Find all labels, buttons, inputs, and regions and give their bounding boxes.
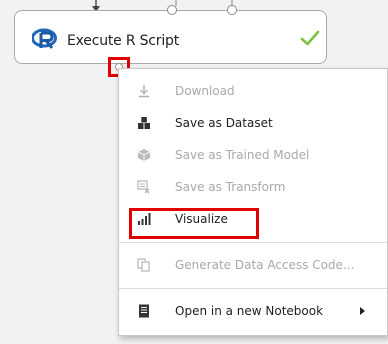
- menu-item-open-in-new-notebook[interactable]: Open in a new Notebook: [119, 297, 387, 325]
- menu-separator: [119, 288, 387, 289]
- transform-icon: [137, 180, 150, 194]
- r-logo-icon: [32, 28, 57, 49]
- menu-item-save-as-transform[interactable]: Save as Transform: [119, 173, 387, 201]
- output-port-context-menu: Download Save as Dataset Save as Trained…: [118, 68, 388, 336]
- download-icon: [139, 85, 149, 98]
- menu-item-label: Save as Dataset: [175, 116, 273, 130]
- experiment-canvas[interactable]: Execute R Script Download Save as Datase…: [0, 0, 388, 344]
- trained-model-icon: [137, 149, 151, 161]
- copy-code-icon: [137, 258, 150, 272]
- notebook-icon: [139, 304, 149, 318]
- menu-item-save-as-trained-model[interactable]: Save as Trained Model: [119, 141, 387, 169]
- module-title: Execute R Script: [67, 33, 180, 49]
- menu-item-label: Open in a new Notebook: [175, 304, 324, 318]
- menu-item-download[interactable]: Download: [119, 77, 387, 105]
- check-icon: [300, 30, 320, 46]
- menu-separator: [119, 242, 387, 243]
- menu-item-label: Download: [175, 84, 235, 98]
- dataset-icon: [138, 117, 150, 129]
- menu-item-save-as-dataset[interactable]: Save as Dataset: [119, 109, 387, 137]
- submenu-arrow-icon: [360, 307, 365, 315]
- menu-item-label: Save as Transform: [175, 180, 286, 194]
- menu-item-label: Save as Trained Model: [175, 148, 310, 162]
- input-port-2[interactable]: [167, 5, 177, 15]
- menu-item-generate-data-access-code[interactable]: Generate Data Access Code...: [119, 251, 387, 279]
- input-port-3[interactable]: [227, 5, 237, 15]
- execute-r-script-module[interactable]: Execute R Script: [14, 5, 327, 64]
- menu-item-label: Generate Data Access Code...: [175, 258, 355, 272]
- visualize-highlight: [129, 208, 259, 239]
